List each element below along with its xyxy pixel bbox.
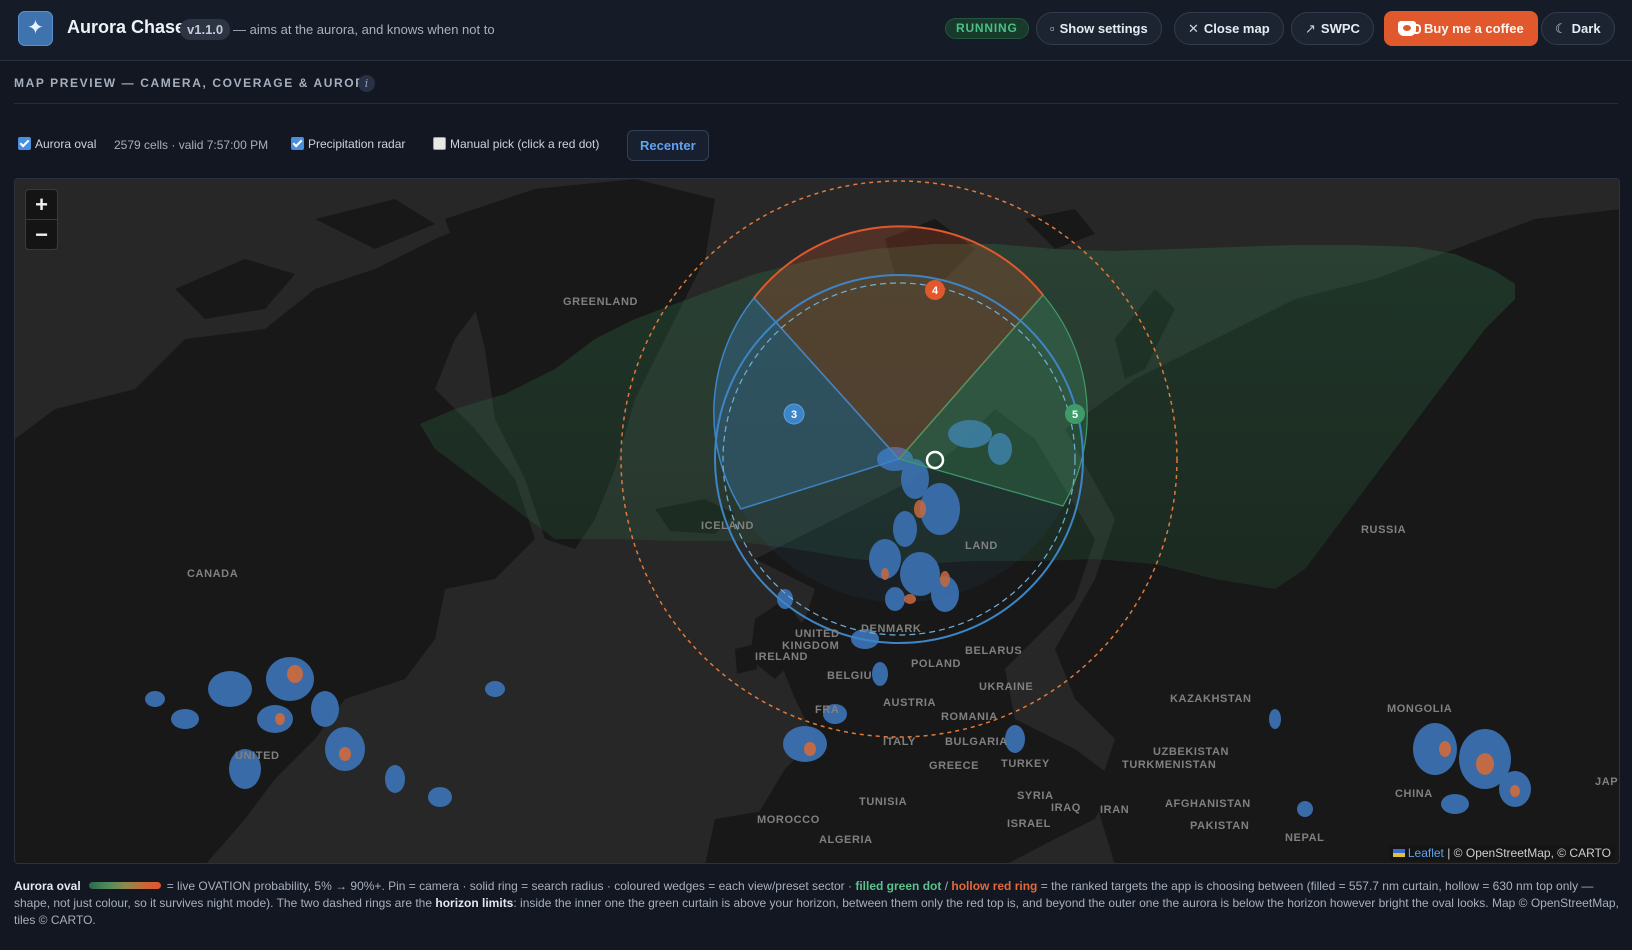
label-algeria: ALGERIA bbox=[819, 834, 873, 846]
oval-cells-info: 2579 cells · valid 7:57:00 PM bbox=[114, 138, 269, 152]
zoom-in-button[interactable]: + bbox=[26, 190, 57, 220]
manual-pick-label: Manual pick (click a red dot) bbox=[450, 137, 600, 151]
label-ukraine: UKRAINE bbox=[979, 681, 1033, 693]
close-icon: ✕ bbox=[1188, 21, 1199, 36]
swpc-label: SWPC bbox=[1320, 21, 1360, 36]
label-greece: GREECE bbox=[929, 760, 979, 772]
settings-icon: ▫ bbox=[1050, 21, 1055, 36]
aurora-oval-toggle[interactable]: Aurora oval bbox=[18, 137, 96, 151]
aurora-oval-checkbox[interactable] bbox=[18, 137, 31, 150]
svg-text:3: 3 bbox=[791, 409, 797, 421]
label-austria: AUSTRIA bbox=[883, 697, 936, 709]
label-poland: POLAND bbox=[911, 658, 961, 670]
show-settings-button[interactable]: ▫ Show settings bbox=[1036, 12, 1162, 45]
label-united-kingdom-1: UNITED bbox=[795, 628, 840, 640]
label-bulgaria: BULGARIA bbox=[945, 736, 1008, 748]
legend-horizon: horizon limits bbox=[435, 896, 514, 910]
map-canvas[interactable]: 3 4 5 GREENLAND CANADA ICELAND RUSSIA UN… bbox=[15, 179, 1620, 864]
label-syria: SYRIA bbox=[1017, 790, 1054, 802]
attribution-text: | © OpenStreetMap, © CARTO bbox=[1447, 846, 1611, 860]
legend-red-ring: hollow red ring bbox=[951, 879, 1038, 893]
label-kazakhstan: KAZAKHSTAN bbox=[1170, 693, 1252, 705]
label-greenland: GREENLAND bbox=[563, 296, 638, 308]
divider bbox=[14, 103, 1618, 104]
label-turkey: TURKEY bbox=[1001, 758, 1050, 770]
info-icon[interactable]: i bbox=[358, 75, 375, 92]
status-badge: RUNNING bbox=[945, 18, 1029, 39]
label-morocco: MOROCCO bbox=[757, 814, 820, 826]
svg-text:5: 5 bbox=[1072, 409, 1078, 421]
theme-label: Dark bbox=[1571, 21, 1601, 36]
theme-toggle-button[interactable]: ☾ Dark bbox=[1541, 12, 1615, 45]
label-iraq: IRAQ bbox=[1051, 802, 1081, 814]
label-pakistan: PAKISTAN bbox=[1190, 820, 1249, 832]
label-ireland: IRELAND bbox=[755, 651, 808, 663]
label-russia: RUSSIA bbox=[1361, 524, 1406, 536]
label-italy: ITALY bbox=[883, 736, 916, 748]
label-france: FRA bbox=[815, 704, 839, 716]
sparkle-icon: ✦ bbox=[18, 11, 53, 46]
sector-pin-3[interactable]: 3 bbox=[783, 403, 805, 425]
label-canada: CANADA bbox=[187, 568, 238, 580]
precip-radar-toggle[interactable]: Precipitation radar bbox=[291, 137, 405, 151]
label-belgium: BELGIU bbox=[827, 670, 872, 682]
version-badge: v1.1.0 bbox=[180, 19, 231, 40]
external-link-icon: ↗ bbox=[1305, 21, 1316, 36]
tagline: — aims at the aurora, and knows when not… bbox=[233, 22, 495, 37]
show-settings-label: Show settings bbox=[1059, 21, 1148, 36]
moon-icon: ☾ bbox=[1555, 21, 1567, 36]
label-mongolia: MONGOLIA bbox=[1387, 703, 1452, 715]
swpc-link-button[interactable]: ↗ SWPC bbox=[1291, 12, 1374, 45]
label-tunisia: TUNISIA bbox=[859, 796, 907, 808]
legend-green-dot: filled green dot bbox=[855, 879, 942, 893]
buy-coffee-button[interactable]: Buy me a coffee bbox=[1384, 11, 1538, 46]
probability-gradient-bar bbox=[88, 882, 161, 889]
zoom-control: + − bbox=[25, 189, 58, 250]
label-israel: ISRAEL bbox=[1007, 818, 1051, 830]
app-title: Aurora Chaser bbox=[67, 17, 193, 37]
legend-slash: / bbox=[944, 879, 949, 893]
label-uzbekistan: UZBEKISTAN bbox=[1153, 746, 1229, 758]
section-title: MAP PREVIEW — CAMERA, COVERAGE & AURORA bbox=[14, 76, 376, 90]
aurora-oval-label: Aurora oval bbox=[35, 137, 97, 151]
label-iceland: ICELAND bbox=[701, 520, 754, 532]
map-view[interactable]: 3 4 5 GREENLAND CANADA ICELAND RUSSIA UN… bbox=[14, 178, 1620, 864]
buy-coffee-label: Buy me a coffee bbox=[1424, 21, 1524, 36]
precip-radar-checkbox[interactable] bbox=[291, 137, 304, 150]
sector-pin-5[interactable]: 5 bbox=[1065, 404, 1085, 424]
label-belarus: BELARUS bbox=[965, 645, 1022, 657]
label-afghanistan: AFGHANISTAN bbox=[1165, 798, 1251, 810]
coffee-cup-icon bbox=[1398, 21, 1421, 36]
ukraine-flag-icon bbox=[1392, 849, 1405, 857]
legend-lead: Aurora oval bbox=[14, 879, 81, 893]
manual-pick-checkbox[interactable] bbox=[433, 137, 446, 150]
label-turkmenistan: TURKMENISTAN bbox=[1122, 759, 1216, 771]
label-nepal: NEPAL bbox=[1285, 832, 1324, 844]
sector-pin-4[interactable]: 4 bbox=[925, 280, 945, 300]
legend-part-1: = live OVATION probability, 5% → 90%+. P… bbox=[166, 879, 852, 893]
label-united-states: UNITED bbox=[235, 750, 280, 762]
svg-text:4: 4 bbox=[932, 285, 939, 297]
top-bar: ✦ Aurora Chaser v1.1.0 — aims at the aur… bbox=[0, 0, 1632, 61]
label-finland: LAND bbox=[965, 540, 998, 552]
precip-radar-label: Precipitation radar bbox=[308, 137, 406, 151]
label-iran: IRAN bbox=[1100, 804, 1129, 816]
map-legend: Aurora oval = live OVATION probability, 5… bbox=[14, 878, 1620, 929]
close-map-button[interactable]: ✕ Close map bbox=[1174, 12, 1284, 45]
label-japan: JAP bbox=[1595, 776, 1618, 788]
recenter-button[interactable]: Recenter bbox=[627, 130, 709, 161]
map-attribution: Leaflet | © OpenStreetMap, © CARTO bbox=[1388, 845, 1615, 861]
label-denmark: DENMARK bbox=[861, 623, 921, 635]
zoom-out-button[interactable]: − bbox=[26, 220, 57, 250]
leaflet-link[interactable]: Leaflet bbox=[1408, 846, 1444, 860]
label-romania: ROMANIA bbox=[941, 711, 998, 723]
manual-pick-toggle[interactable]: Manual pick (click a red dot) bbox=[433, 137, 599, 151]
close-map-label: Close map bbox=[1203, 21, 1270, 36]
label-china: CHINA bbox=[1395, 788, 1433, 800]
